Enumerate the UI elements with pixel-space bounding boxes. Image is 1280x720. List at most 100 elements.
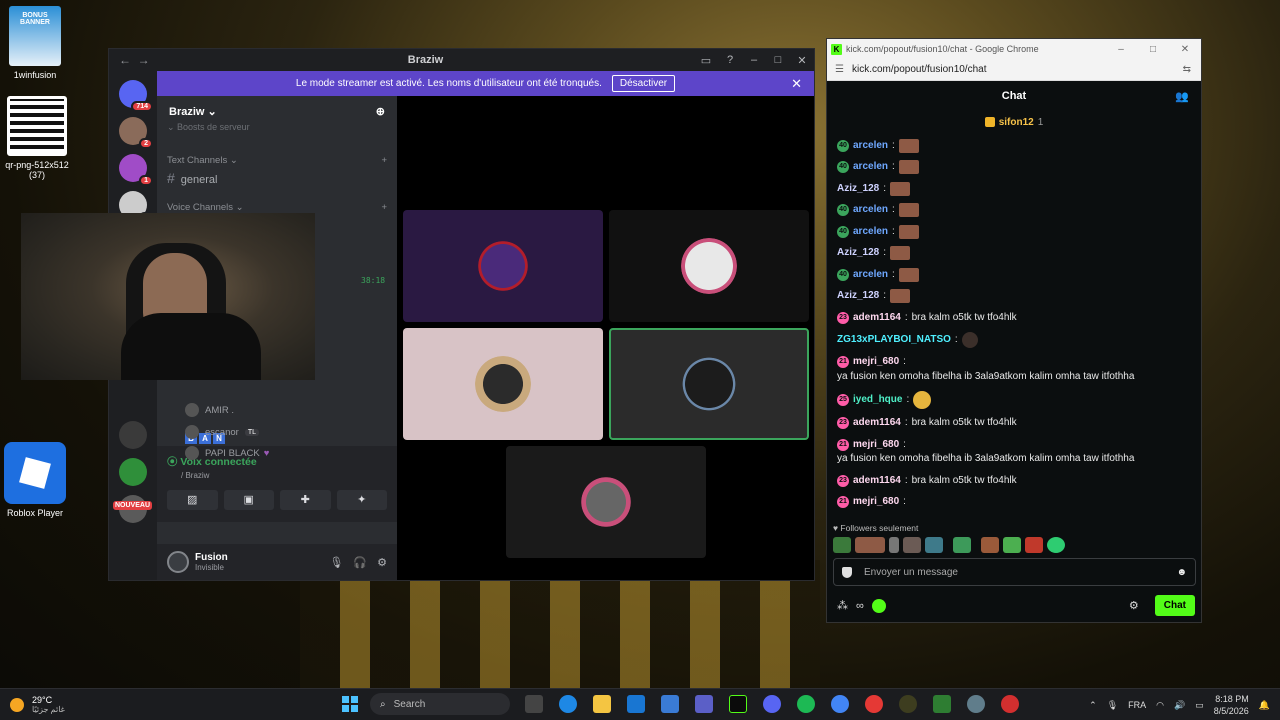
server-icon[interactable]: 1 [119,154,153,186]
chat-username[interactable]: ZG13xPLAYBOI_NATSO [837,333,951,348]
chat-message[interactable]: 25 iyed_hque: [837,388,1189,413]
chat-message[interactable]: Aziz_128: [837,178,1189,200]
server-boosts-link[interactable]: ⌄ Boosts de serveur [157,118,397,137]
chat-emote[interactable] [913,391,932,409]
channel-general[interactable]: # general [157,166,397,190]
chat-message[interactable]: ZG13xPLAYBOI_NATSO: [837,329,1189,352]
weather-widget[interactable]: 29°C غائم جزئيًا [0,695,180,714]
spotify-icon[interactable] [797,695,815,713]
chat-emote[interactable] [890,181,911,196]
chat-settings-gear-icon[interactable]: ⚙ [1129,599,1139,612]
avatar[interactable] [167,551,189,573]
close-button[interactable]: ✕ [1169,44,1201,55]
store-icon[interactable] [661,695,679,713]
top-gifter-bar[interactable]: sifon12 1 [827,111,1201,133]
camera-off-icon[interactable]: ▨ [167,490,218,510]
site-info-icon[interactable]: ☰ [835,64,844,75]
translate-icon[interactable]: ⇆ [1183,64,1191,75]
server-icon[interactable] [119,458,147,486]
chat-message[interactable]: 23 adem1164: bra kalm o5tk tw tfo4hlk [837,413,1189,435]
clock[interactable]: 8:18 PM 8/5/2026 [1214,693,1249,717]
emote-button[interactable] [1025,537,1043,553]
emote-button[interactable] [981,537,999,553]
chat-username[interactable]: arcelen [853,268,888,283]
emoji-picker-icon[interactable]: ☻ [1176,567,1187,578]
chat-message[interactable]: 40 arcelen: [837,264,1189,286]
volume-icon[interactable]: 🔊 [1174,700,1185,711]
server-icon[interactable] [119,421,147,449]
chat-message[interactable]: 40 arcelen: [837,200,1189,222]
activities-icon[interactable]: ✚ [280,490,331,510]
infinity-icon[interactable]: ∞ [856,600,864,612]
chat-username[interactable]: mejri_680 [853,355,899,370]
share-icon[interactable]: ⁂ [837,599,848,612]
chat-emote[interactable] [890,246,911,261]
chat-username[interactable]: arcelen [853,203,888,218]
emote-button[interactable] [855,537,885,553]
chat-emote[interactable] [961,332,978,348]
settings-icon[interactable] [967,695,985,713]
text-channels-category[interactable]: Text Channels ⌄ + [157,155,397,166]
chat-username[interactable]: arcelen [853,139,888,154]
emote-button[interactable] [903,537,921,553]
voice-member[interactable]: PAPI BLACK ♥ [185,446,269,460]
address-bar[interactable]: ☰ kick.com/popout/fusion10/chat ⇆ [827,59,1201,81]
discord-icon[interactable] [763,695,781,713]
file-explorer-icon[interactable] [593,695,611,713]
close-banner-icon[interactable]: ✕ [791,76,802,92]
voice-channels-category[interactable]: Voice Channels ⌄ + [157,202,397,213]
chat-username[interactable]: Aziz_128 [837,246,879,261]
chat-username[interactable]: adem1164 [853,311,901,326]
add-channel-icon[interactable]: + [381,155,387,166]
app-icon[interactable] [865,695,883,713]
headphones-icon[interactable]: 🎧 [353,556,367,569]
screen-share-icon[interactable]: ▣ [223,490,274,510]
emote-button[interactable] [953,537,971,553]
chat-username[interactable]: adem1164 [853,416,901,431]
inbox-icon[interactable]: ▭ [694,54,718,67]
chat-emote[interactable] [898,160,919,175]
outlook-icon[interactable] [627,695,645,713]
teams-icon[interactable] [695,695,713,713]
start-button[interactable] [342,696,358,712]
close-button[interactable]: ✕ [790,54,814,67]
chat-username[interactable]: adem1164 [853,474,901,489]
chat-username[interactable]: arcelen [853,225,888,240]
kick-app-icon[interactable] [729,695,747,713]
voice-channel-path[interactable]: / Braziw [167,471,387,480]
disable-streamer-mode-button[interactable]: Désactiver [611,75,676,92]
chat-message[interactable]: 23 adem1164: bra kalm o5tk tw tfo4hlk [837,470,1189,492]
user-list-icon[interactable]: 👥 [1175,90,1189,103]
app-icon[interactable] [899,695,917,713]
kick-points-icon[interactable] [871,598,886,613]
notifications-icon[interactable]: 🔔 [1259,700,1270,711]
emote-button[interactable] [1047,537,1065,553]
app-icon[interactable] [933,695,951,713]
desktop-icon-roblox[interactable]: Roblox Player [0,442,73,518]
voice-member[interactable]: AMIR . [185,403,234,417]
emote-button[interactable] [1003,537,1021,553]
chat-message-input[interactable]: Envoyer un message ☻ [833,558,1196,586]
maximize-button[interactable]: □ [766,54,790,66]
chat-emote[interactable] [898,267,919,282]
add-channel-icon[interactable]: + [381,202,387,213]
desktop-icon-qr[interactable]: qr-png-512x512 (37) [0,96,75,180]
opera-icon[interactable] [1001,695,1019,713]
participant-tile[interactable] [403,328,603,440]
chat-emote[interactable] [898,203,919,218]
emote-button[interactable] [925,537,943,553]
chat-message[interactable]: Aziz_128: [837,243,1189,265]
settings-gear-icon[interactable]: ⚙ [377,556,387,569]
chat-message[interactable]: Aziz_128: [837,286,1189,308]
chat-username[interactable]: iyed_hque [853,393,902,408]
chat-message[interactable]: 40 arcelen: [837,135,1189,157]
chrome-icon[interactable] [831,695,849,713]
chat-message[interactable]: 23 adem1164: bra kalm o5tk tw tfo4hlk [837,307,1189,329]
taskbar-search[interactable]: ⌕ Search [370,693,510,715]
wifi-icon[interactable]: ◠ [1156,700,1164,711]
participant-tile-speaking[interactable] [609,328,809,440]
chevron-up-icon[interactable]: ⌃ [1089,700,1097,711]
desktop-icon-1winfusion[interactable]: BONUS BANNER 1winfusion [0,6,73,80]
voice-member[interactable]: escanor TL [185,425,259,439]
emote-button[interactable] [833,537,851,553]
